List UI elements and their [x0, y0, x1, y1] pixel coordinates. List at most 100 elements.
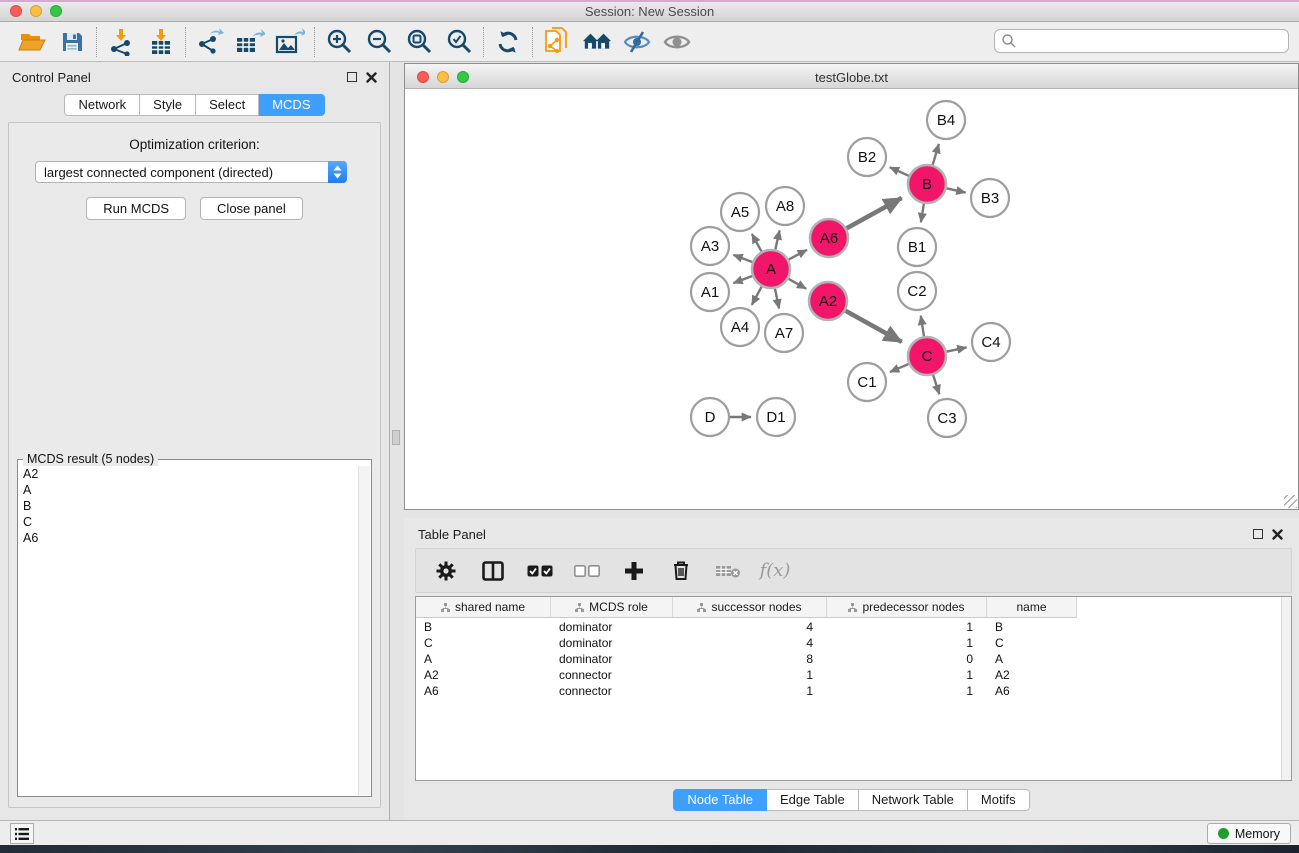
zoom-selected-icon[interactable]	[444, 28, 474, 56]
graph-node-A5[interactable]: A5	[721, 193, 759, 231]
network-file-icon[interactable]	[542, 28, 572, 56]
tab-edge-table[interactable]: Edge Table	[767, 789, 859, 811]
graph-node-C4[interactable]: C4	[972, 323, 1010, 361]
refresh-icon[interactable]	[493, 28, 523, 56]
graph-node-B1[interactable]: B1	[898, 228, 936, 266]
table-scrollbar[interactable]	[1281, 597, 1291, 780]
result-item[interactable]: B	[19, 498, 358, 514]
graph-node-A4[interactable]: A4	[721, 308, 759, 346]
graph-node-C1[interactable]: C1	[848, 363, 886, 401]
graph-edge-A-A3[interactable]	[733, 255, 752, 262]
import-network-icon[interactable]	[106, 28, 136, 56]
tab-node-table[interactable]: Node Table	[673, 789, 767, 811]
graph-edge-C-C4[interactable]	[947, 347, 967, 351]
graph-node-A[interactable]: A	[752, 250, 790, 288]
graph-node-B[interactable]: B	[908, 165, 946, 203]
search-input[interactable]	[1017, 31, 1288, 51]
graph-node-A3[interactable]: A3	[691, 227, 729, 265]
graph-edge-B-B3[interactable]	[947, 188, 966, 192]
table-row[interactable]: Bdominator41B	[416, 619, 1280, 635]
result-scrollbar[interactable]	[358, 466, 370, 795]
export-image-icon[interactable]	[275, 28, 305, 56]
graph-node-B4[interactable]: B4	[927, 101, 965, 139]
graph-node-A1[interactable]: A1	[691, 273, 729, 311]
graph-node-B3[interactable]: B3	[971, 179, 1009, 217]
export-network-icon[interactable]	[195, 28, 225, 56]
create-column-icon[interactable]	[620, 557, 648, 585]
graph-edge-A-A2[interactable]	[788, 279, 806, 289]
result-item[interactable]: A6	[19, 530, 358, 546]
zoom-out-icon[interactable]	[364, 28, 394, 56]
hide-graphics-details-icon[interactable]	[622, 28, 652, 56]
graph-node-D[interactable]: D	[691, 398, 729, 436]
table-row[interactable]: A6connector11A6	[416, 683, 1280, 699]
graph-edge-B-B2[interactable]	[890, 167, 909, 176]
graph-edge-B-B4[interactable]	[933, 144, 939, 165]
settings-gear-icon[interactable]	[432, 557, 460, 585]
graph-node-A2[interactable]: A2	[809, 282, 847, 320]
show-column-icon[interactable]	[479, 557, 507, 585]
graph-edge-C-C3[interactable]	[933, 375, 939, 394]
tab-network-table[interactable]: Network Table	[859, 789, 968, 811]
tab-motifs[interactable]: Motifs	[968, 789, 1030, 811]
table-row[interactable]: Adominator80A	[416, 651, 1280, 667]
close-panel-icon[interactable]	[366, 72, 377, 83]
deselect-all-icon[interactable]	[573, 557, 601, 585]
export-table-icon[interactable]	[235, 28, 265, 56]
search-field[interactable]	[994, 29, 1289, 53]
result-item[interactable]: C	[19, 514, 358, 530]
resize-grip-icon[interactable]	[1284, 495, 1297, 508]
table-row[interactable]: Cdominator41C	[416, 635, 1280, 651]
memory-button[interactable]: Memory	[1207, 823, 1291, 844]
column-header-MCDS-role[interactable]: MCDS role	[551, 597, 673, 618]
tab-mcds[interactable]: MCDS	[259, 94, 324, 116]
criterion-dropdown[interactable]: largest connected component (directed)	[35, 161, 347, 183]
graph-edge-A-A5[interactable]	[752, 234, 762, 251]
graph-edge-A-A6[interactable]	[789, 250, 807, 260]
task-history-button[interactable]	[10, 823, 34, 844]
float-panel-icon[interactable]	[347, 72, 357, 82]
open-folder-icon[interactable]	[17, 28, 47, 56]
tab-select[interactable]: Select	[196, 94, 259, 116]
graph-edge-A-A4[interactable]	[752, 287, 762, 305]
show-graphics-details-icon[interactable]	[662, 28, 692, 56]
close-panel-button[interactable]: Close panel	[200, 197, 303, 220]
home-icon[interactable]	[582, 28, 612, 56]
table-row[interactable]: A2connector11A2	[416, 667, 1280, 683]
column-header-shared-name[interactable]: shared name	[416, 597, 551, 618]
graph-node-A8[interactable]: A8	[766, 187, 804, 225]
zoom-in-icon[interactable]	[324, 28, 354, 56]
close-table-panel-icon[interactable]	[1272, 529, 1283, 540]
result-item[interactable]: A2	[19, 466, 358, 482]
graph-node-D1[interactable]: D1	[757, 398, 795, 436]
tab-network[interactable]: Network	[64, 94, 140, 116]
function-builder-icon[interactable]: f(x)	[761, 557, 789, 585]
graph-edge-A-A1[interactable]	[733, 276, 752, 283]
zoom-fit-icon[interactable]	[404, 28, 434, 56]
graph-node-C3[interactable]: C3	[928, 399, 966, 437]
graph-edge-A-A7[interactable]	[775, 289, 779, 309]
import-table-icon[interactable]	[146, 28, 176, 56]
graph-edge-A-A8[interactable]	[775, 230, 779, 249]
select-all-icon[interactable]	[526, 557, 554, 585]
tab-style[interactable]: Style	[140, 94, 196, 116]
save-icon[interactable]	[57, 28, 87, 56]
delete-column-icon[interactable]	[667, 557, 695, 585]
network-window-titlebar[interactable]: testGlobe.txt	[405, 64, 1298, 89]
split-divider-handle[interactable]	[392, 430, 400, 445]
graph-node-B2[interactable]: B2	[848, 138, 886, 176]
graph-edge-B-B1[interactable]	[921, 204, 924, 223]
network-canvas[interactable]: B4 B2 B B3 A5A8A6 B1 A3 A A1 C2 A2 A4A7 C4 C C1 C3 D D1	[405, 89, 1298, 509]
column-header-predecessor-nodes[interactable]: predecessor nodes	[827, 597, 987, 618]
graph-node-A6[interactable]: A6	[810, 219, 848, 257]
graph-node-C[interactable]: C	[908, 337, 946, 375]
graph-node-C2[interactable]: C2	[898, 272, 936, 310]
column-header-name[interactable]: name	[987, 597, 1077, 618]
graph-edge-C-C2[interactable]	[921, 316, 924, 337]
graph-edge-C-C1[interactable]	[890, 364, 909, 372]
float-table-panel-icon[interactable]	[1253, 529, 1263, 539]
run-mcds-button[interactable]: Run MCDS	[86, 197, 186, 220]
delete-table-icon[interactable]	[714, 557, 742, 585]
graph-edge-A6-B[interactable]	[847, 198, 902, 228]
graph-node-A7[interactable]: A7	[765, 314, 803, 352]
